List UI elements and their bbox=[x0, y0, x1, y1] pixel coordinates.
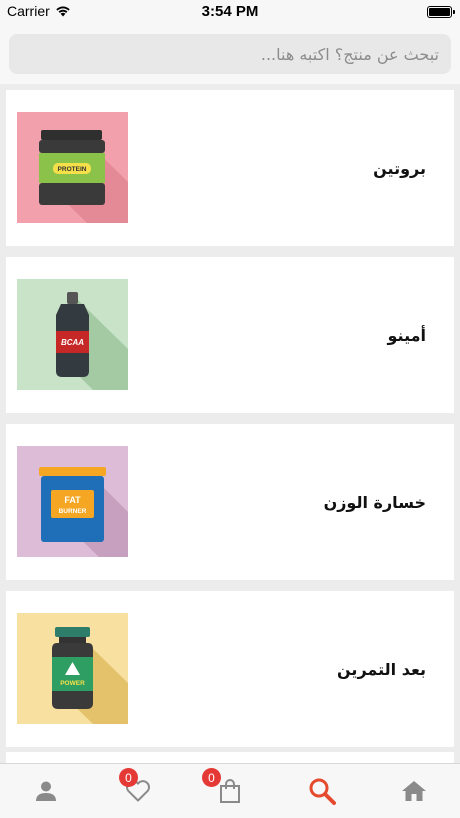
category-label: خسارة الوزن bbox=[323, 492, 426, 512]
svg-text:FAT: FAT bbox=[64, 495, 81, 505]
shopping-bag-icon bbox=[220, 779, 240, 803]
category-image: PROTEIN bbox=[17, 112, 128, 223]
cart-badge: 0 bbox=[202, 768, 221, 787]
category-label: بعد التمرين bbox=[337, 659, 426, 679]
category-list: بروتين PROTEIN أمينو BCAA خسارة الوزن FA… bbox=[6, 90, 454, 758]
category-label: أمينو bbox=[387, 325, 426, 345]
favorites-badge: 0 bbox=[119, 768, 138, 787]
category-image: BCAA bbox=[17, 279, 128, 390]
status-bar: Carrier 3:54 PM bbox=[0, 0, 460, 24]
category-image: POWER bbox=[17, 613, 128, 724]
category-card-weight-loss[interactable]: خسارة الوزن FAT BURNER bbox=[6, 424, 454, 580]
search-icon bbox=[309, 778, 336, 805]
tab-home[interactable] bbox=[368, 764, 460, 818]
user-icon bbox=[36, 781, 56, 801]
bcaa-bottle-icon: BCAA bbox=[17, 279, 128, 390]
search-bar bbox=[0, 24, 460, 84]
category-image: FAT BURNER bbox=[17, 446, 128, 557]
power-jar-icon: POWER bbox=[17, 613, 128, 724]
battery-icon bbox=[427, 6, 455, 18]
tab-search[interactable] bbox=[276, 764, 368, 818]
tab-bar: 0 0 bbox=[0, 763, 460, 818]
category-label: بروتين bbox=[373, 158, 426, 178]
svg-text:BURNER: BURNER bbox=[59, 508, 87, 515]
status-time: 3:54 PM bbox=[201, 3, 259, 20]
tab-profile[interactable] bbox=[0, 764, 92, 818]
category-card-protein[interactable]: بروتين PROTEIN bbox=[6, 90, 454, 246]
search-input[interactable] bbox=[9, 34, 451, 74]
category-card-amino[interactable]: أمينو BCAA bbox=[6, 257, 454, 413]
tab-favorites[interactable]: 0 bbox=[92, 764, 184, 818]
svg-text:POWER: POWER bbox=[60, 680, 85, 687]
svg-text:PROTEIN: PROTEIN bbox=[58, 166, 87, 173]
svg-text:BCAA: BCAA bbox=[61, 338, 84, 347]
tab-cart[interactable]: 0 bbox=[184, 764, 276, 818]
category-card-post-workout[interactable]: بعد التمرين POWER bbox=[6, 591, 454, 747]
protein-jar-icon: PROTEIN bbox=[17, 112, 128, 223]
fat-burner-tub-icon: FAT BURNER bbox=[17, 446, 128, 557]
battery-fill bbox=[429, 8, 450, 16]
home-icon bbox=[402, 781, 426, 801]
